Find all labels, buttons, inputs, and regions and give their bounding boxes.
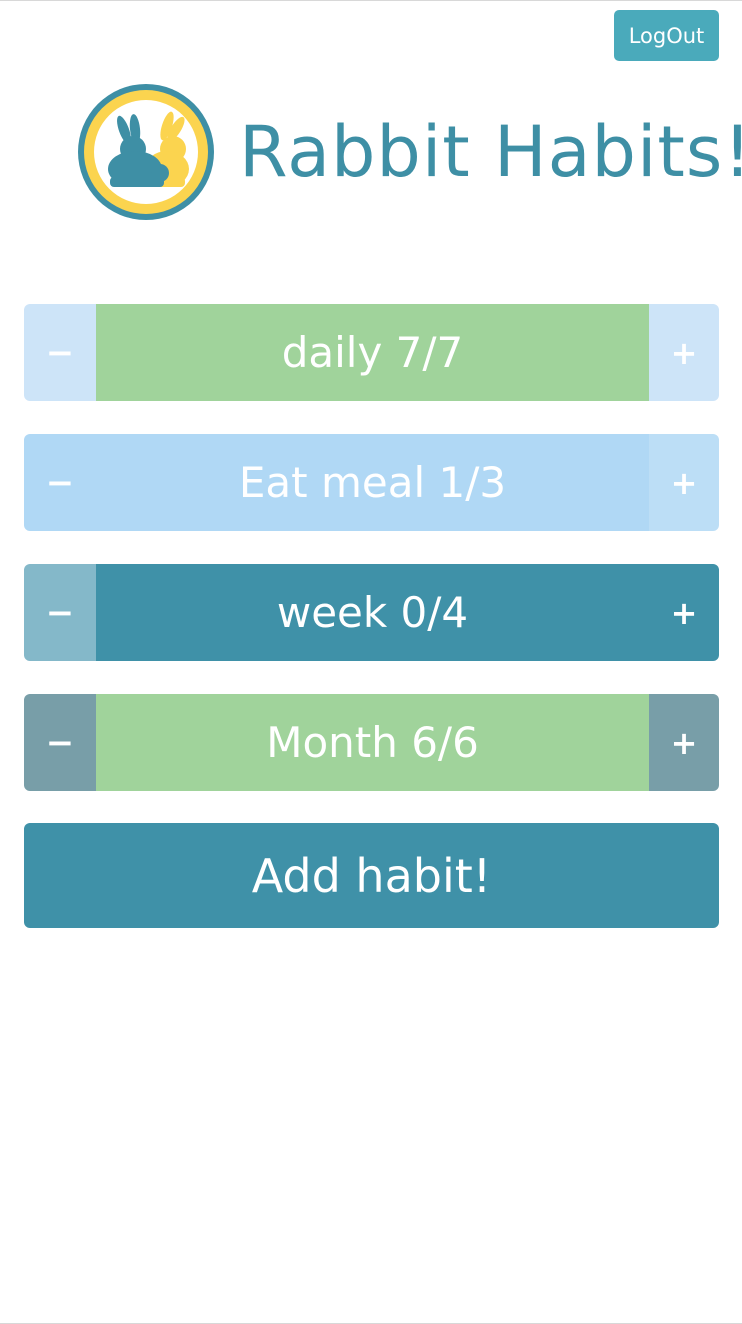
- rabbit-logo-icon: [78, 83, 214, 220]
- habit-row: − daily 7/7 +: [24, 304, 719, 401]
- decrement-button[interactable]: −: [24, 304, 96, 401]
- decrement-button[interactable]: −: [24, 564, 96, 661]
- habit-label[interactable]: daily 7/7: [96, 304, 649, 401]
- increment-button[interactable]: +: [649, 564, 719, 661]
- habit-label[interactable]: week 0/4: [96, 564, 649, 661]
- decrement-button[interactable]: −: [24, 694, 96, 791]
- increment-button[interactable]: +: [649, 694, 719, 791]
- habit-label[interactable]: Month 6/6: [96, 694, 649, 791]
- increment-button[interactable]: +: [649, 434, 719, 531]
- habit-row: − week 0/4 +: [24, 564, 719, 661]
- habit-list: − daily 7/7 + − Eat meal 1/3 + − week 0/…: [24, 304, 719, 824]
- increment-button[interactable]: +: [649, 304, 719, 401]
- add-habit-button[interactable]: Add habit!: [24, 823, 719, 928]
- decrement-button[interactable]: −: [24, 434, 96, 531]
- logout-button[interactable]: LogOut: [614, 10, 719, 61]
- habit-label[interactable]: Eat meal 1/3: [96, 434, 649, 531]
- habit-row: − Eat meal 1/3 +: [24, 434, 719, 531]
- app-header: Rabbit Habits!: [75, 79, 742, 224]
- app-title: Rabbit Habits!: [239, 110, 742, 193]
- habit-row: − Month 6/6 +: [24, 694, 719, 791]
